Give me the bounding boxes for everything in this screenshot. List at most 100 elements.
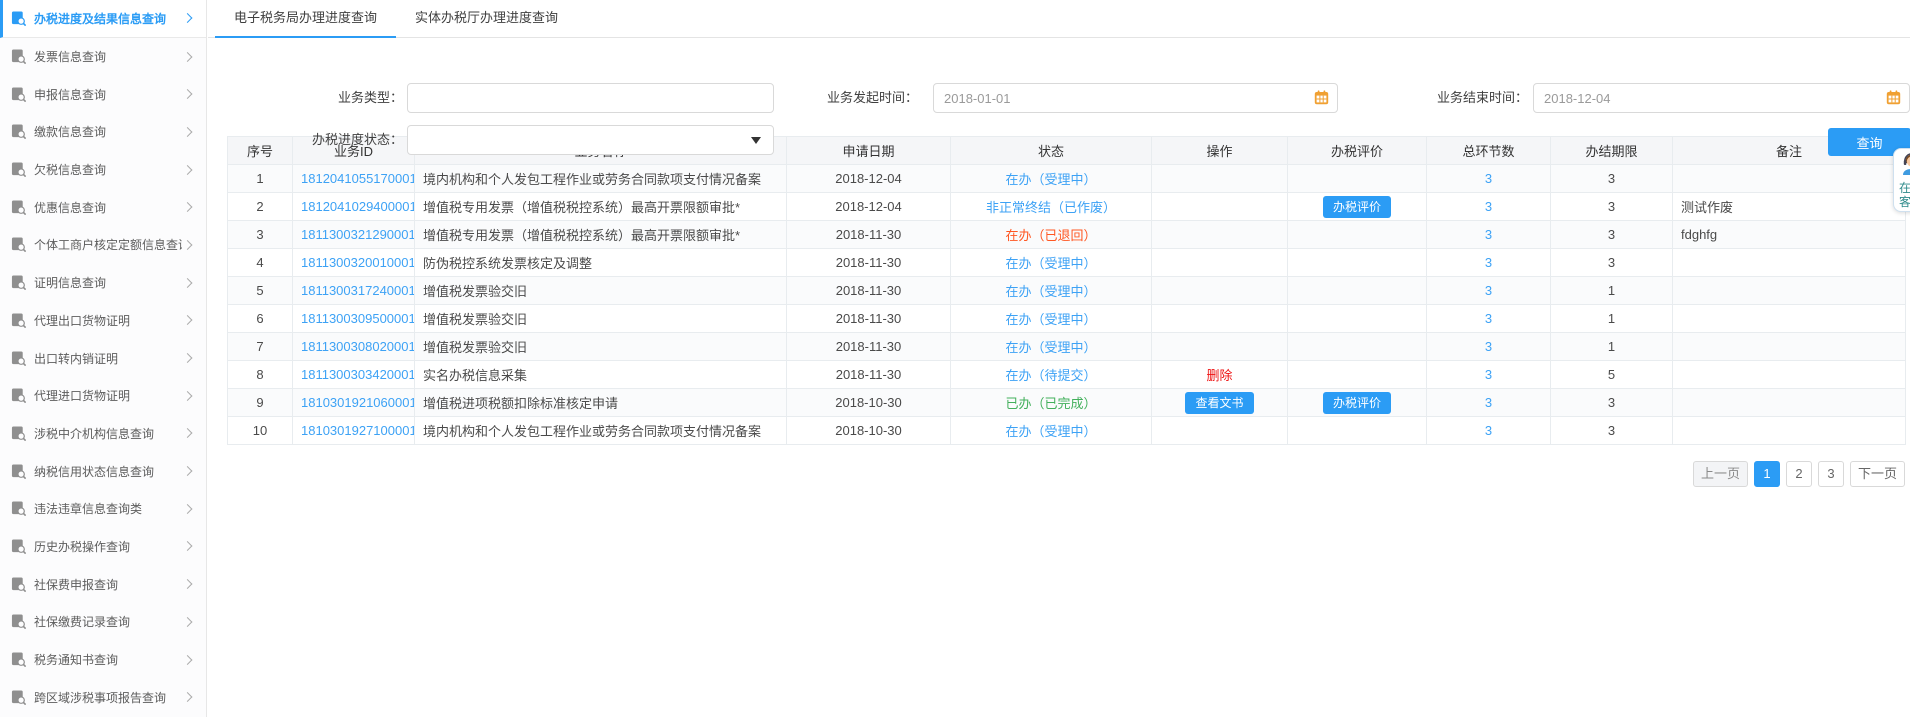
history-operation-search-icon xyxy=(11,539,26,554)
tab-service-hall-progress[interactable]: 实体办税厅办理进度查询 xyxy=(396,0,577,37)
column-header: 状态 xyxy=(950,136,1152,165)
sidebar-item-violation-info[interactable]: 违法违章信息查询类 xyxy=(0,490,206,528)
chevron-right-icon xyxy=(182,466,193,477)
apply-date: 2018-11-30 xyxy=(786,360,951,389)
sidebar-item-agent-export-cert[interactable]: 代理出口货物证明 xyxy=(0,302,206,340)
sidebar-item-label: 跨区域涉税事项报告查询 xyxy=(34,690,167,705)
deadline-value: 3 xyxy=(1550,416,1673,445)
remark-text: 测试作废 xyxy=(1672,192,1906,221)
business-id-link[interactable]: 1811300320010001 xyxy=(301,255,414,270)
sidebar-item-label: 出口转内销证明 xyxy=(34,351,119,366)
sidebar-item-label: 缴款信息查询 xyxy=(34,125,107,140)
sidebar-item-declaration-info[interactable]: 申报信息查询 xyxy=(0,75,206,113)
table-row: 1 1812041055170001 境内机构和个人发包工程作业或劳务合同款项支… xyxy=(227,164,1906,193)
sidebar-item-preferential-info[interactable]: 优惠信息查询 xyxy=(0,188,206,226)
total-steps-link[interactable]: 3 xyxy=(1485,255,1492,270)
business-id-link[interactable]: 1811300308020001 xyxy=(301,339,414,354)
status-text: 在办（受理中） xyxy=(1005,340,1097,355)
remark-text xyxy=(1672,388,1906,417)
total-steps-link[interactable]: 3 xyxy=(1485,283,1492,298)
sidebar-item-certificate-info[interactable]: 证明信息查询 xyxy=(0,264,206,302)
sidebar-item-individual-quota-info[interactable]: 个体工商户核定定额信息查询 xyxy=(0,226,206,264)
chevron-right-icon xyxy=(182,353,193,363)
business-id-link[interactable]: 1812041055170001 xyxy=(301,171,414,186)
customer-service-avatar xyxy=(1899,153,1910,180)
violation-search-icon xyxy=(11,501,26,517)
tab-electronic-bureau-progress[interactable]: 电子税务局办理进度查询 xyxy=(215,0,397,38)
sidebar-item-history-operation[interactable]: 历史办税操作查询 xyxy=(0,528,206,566)
business-id-link[interactable]: 1811300317240001 xyxy=(301,283,414,298)
deadline-value: 3 xyxy=(1550,388,1673,417)
business-name: 增值税发票验交旧 xyxy=(414,304,787,333)
sidebar-item-social-insurance-record[interactable]: 社保缴费记录查询 xyxy=(0,603,206,641)
business-id-link[interactable]: 1811300321290001 xyxy=(301,227,414,242)
remark-text: fdghfg xyxy=(1672,220,1906,249)
total-steps-link[interactable]: 3 xyxy=(1485,171,1492,186)
sidebar-item-label: 社保费申报查询 xyxy=(34,577,119,592)
remark-text xyxy=(1672,360,1906,389)
chevron-right-icon xyxy=(182,616,193,627)
total-steps-link[interactable]: 3 xyxy=(1485,227,1492,242)
sidebar-item-progress-result-query[interactable]: 办税进度及结果信息查询 xyxy=(0,0,206,38)
tax-evaluate-button[interactable]: 办税评价 xyxy=(1322,391,1391,414)
online-service-widget[interactable]: 在线 客服 xyxy=(1893,148,1910,212)
sidebar-item-social-insurance-declare[interactable]: 社保费申报查询 xyxy=(0,565,206,603)
sidebar-item-export-domestic-cert[interactable]: 出口转内销证明 xyxy=(0,339,206,377)
sidebar-item-payment-info[interactable]: 缴款信息查询 xyxy=(0,113,206,151)
tax-evaluate-button[interactable]: 办税评价 xyxy=(1322,195,1391,218)
sidebar-item-tax-credit-status[interactable]: 纳税信用状态信息查询 xyxy=(0,452,206,490)
table-row: 10 1810301927100001 境内机构和个人发包工程作业或劳务合同款项… xyxy=(227,416,1906,445)
page-number-button[interactable]: 1 xyxy=(1753,461,1780,487)
tax-credit-search-icon xyxy=(11,464,26,479)
next-page-button[interactable]: 下一页 xyxy=(1849,461,1905,487)
business-name: 增值税发票验交旧 xyxy=(414,332,787,361)
column-header: 申请日期 xyxy=(786,136,951,165)
sidebar-item-cross-region-report[interactable]: 跨区域涉税事项报告查询 xyxy=(0,678,206,716)
column-header: 办结期限 xyxy=(1550,136,1673,165)
business-id-link[interactable]: 1811300309500001 xyxy=(301,311,414,326)
page-number-button[interactable]: 2 xyxy=(1785,461,1812,487)
total-steps-link[interactable]: 3 xyxy=(1485,423,1492,438)
business-id-link[interactable]: 1810301921060001 xyxy=(301,395,414,410)
row-index: 6 xyxy=(227,304,293,333)
sidebar-item-label: 纳税信用状态信息查询 xyxy=(34,464,155,479)
sidebar-item-tax-arrears-info[interactable]: 欠税信息查询 xyxy=(0,151,206,189)
sidebar-item-label: 欠税信息查询 xyxy=(34,163,107,178)
deadline-value: 3 xyxy=(1550,248,1673,277)
total-steps-link[interactable]: 3 xyxy=(1485,367,1492,382)
chevron-right-icon xyxy=(182,13,193,24)
table-row: 2 1812041029400001 增值税专用发票（增值税税控系统）最高开票限… xyxy=(227,192,1906,221)
export-domestic-cert-icon xyxy=(11,351,26,366)
prev-page-button[interactable]: 上一页 xyxy=(1692,461,1748,487)
total-steps-link[interactable]: 3 xyxy=(1485,395,1492,410)
business-name: 境内机构和个人发包工程作业或劳务合同款项支付情况备案 xyxy=(414,164,787,193)
business-name: 增值税发票验交旧 xyxy=(414,276,787,305)
status-text: 在办（受理中） xyxy=(1005,424,1097,439)
sidebar-item-tax-intermediary-info[interactable]: 涉税中介机构信息查询 xyxy=(0,415,206,453)
sidebar-item-invoice-info[interactable]: 发票信息查询 xyxy=(0,38,206,76)
total-steps-link[interactable]: 3 xyxy=(1485,311,1492,326)
progress-result-search-icon xyxy=(11,11,26,26)
delete-link[interactable]: 删除 xyxy=(1206,368,1232,383)
progress-status-select[interactable] xyxy=(407,125,774,155)
view-document-button[interactable]: 查看文书 xyxy=(1185,391,1254,414)
business-id-link[interactable]: 1812041029400001 xyxy=(301,199,414,214)
business-id-link[interactable]: 1811300303420001 xyxy=(301,367,414,382)
start-time-input[interactable] xyxy=(933,83,1338,113)
business-name: 防伪税控系统发票核定及调整 xyxy=(414,248,787,277)
table-row: 4 1811300320010001 防伪税控系统发票核定及调整 2018-11… xyxy=(227,248,1906,277)
calendar-icon[interactable] xyxy=(1314,90,1329,110)
total-steps-link[interactable]: 3 xyxy=(1485,199,1492,214)
results-table: 序号业务ID业务名称申请日期状态操作办税评价总环节数办结期限备注 1 18120… xyxy=(227,136,1906,445)
status-text: 非正常终结（已作废） xyxy=(985,200,1116,215)
tax-intermediary-search-icon xyxy=(11,426,26,441)
business-type-input[interactable] xyxy=(407,83,774,113)
total-steps-link[interactable]: 3 xyxy=(1485,339,1492,354)
business-id-link[interactable]: 1810301927100001 xyxy=(301,423,414,438)
sidebar-item-agent-import-cert[interactable]: 代理进口货物证明 xyxy=(0,377,206,415)
page-number-button[interactable]: 3 xyxy=(1817,461,1844,487)
sidebar-item-tax-notice[interactable]: 税务通知书查询 xyxy=(0,641,206,679)
calendar-icon[interactable] xyxy=(1886,90,1901,110)
end-time-input[interactable] xyxy=(1533,83,1910,113)
status-text: 在办（已退回） xyxy=(1005,228,1097,243)
